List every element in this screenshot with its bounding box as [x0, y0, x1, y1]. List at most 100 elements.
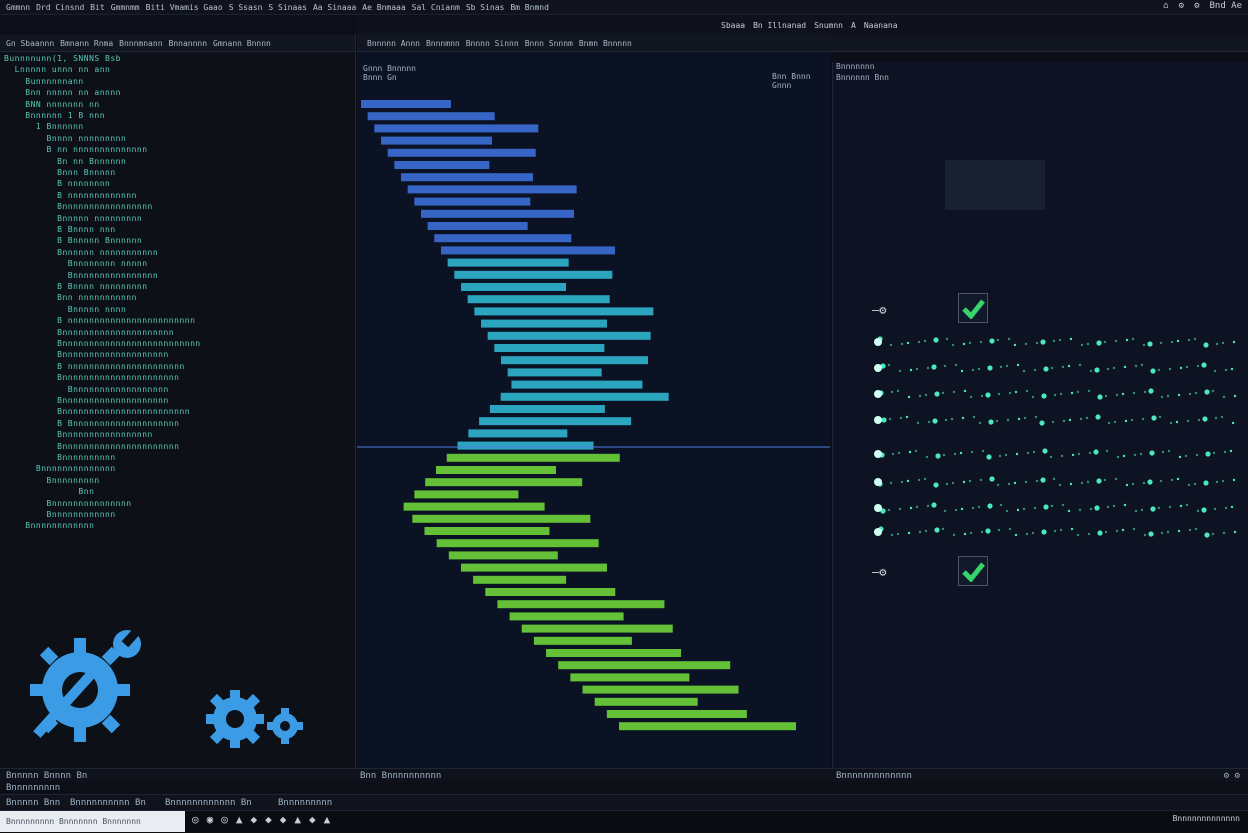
- tab-2[interactable]: Bn Illnanad: [753, 21, 806, 30]
- timeline-bar[interactable]: [361, 100, 451, 108]
- timeline-toolbar-item-5[interactable]: Bnmn Bnnnnn: [579, 39, 632, 48]
- timeline-bar[interactable]: [448, 551, 558, 560]
- app-icon-6[interactable]: ◆: [265, 813, 272, 826]
- timeline-toolbar-item-4[interactable]: Bnnn Snnnm: [525, 39, 573, 48]
- timeline-bar[interactable]: [414, 197, 531, 206]
- tab-5[interactable]: Naanana: [864, 21, 898, 30]
- bottom-item-4[interactable]: Bnnnnnnnnn: [278, 798, 332, 808]
- timeline-bar[interactable]: [521, 624, 673, 633]
- link-icon[interactable]: —⚙: [872, 303, 886, 317]
- timeline-bar[interactable]: [424, 527, 550, 535]
- editor-toolbar-item-1[interactable]: Gn Sbaannn: [6, 39, 54, 48]
- menu-item-12[interactable]: Bm Bnmnd: [510, 3, 549, 12]
- timeline-bar[interactable]: [485, 588, 616, 596]
- status-right-icons[interactable]: ⚙ ⚙: [1224, 771, 1240, 781]
- menu-item-7[interactable]: S Sinaas: [268, 3, 307, 12]
- editor-toolbar-item-3[interactable]: Bnnnmnann: [119, 39, 162, 48]
- menu-item-6[interactable]: S Ssasn: [229, 3, 263, 12]
- app-icon-10[interactable]: ▲: [324, 813, 331, 826]
- timeline-bar[interactable]: [479, 417, 632, 426]
- app-icon-9[interactable]: ◆: [309, 813, 316, 826]
- bottom-item-1[interactable]: Bnnnnn Bnn: [6, 798, 60, 808]
- timeline-bar[interactable]: [570, 673, 690, 682]
- timeline-bar[interactable]: [494, 344, 605, 352]
- editor-toolbar-item-4[interactable]: Bnnannnn: [169, 39, 208, 48]
- menu-item-1[interactable]: Gmmnn: [6, 3, 30, 12]
- timeline-toolbar-item-3[interactable]: Bnnnn Sinnn: [466, 39, 519, 48]
- timeline-bar[interactable]: [501, 356, 648, 365]
- menu-item-11[interactable]: Sb Sinas: [466, 3, 505, 12]
- timeline-bar[interactable]: [489, 405, 605, 413]
- timeline-bar[interactable]: [474, 307, 654, 316]
- timeline-bar[interactable]: [435, 466, 556, 474]
- app-icon-3[interactable]: ◎: [221, 813, 228, 826]
- timeline-bar[interactable]: [473, 575, 567, 584]
- timeline-toolbar-item-1[interactable]: Bnnnnn Annn: [367, 39, 420, 48]
- taskbar-search[interactable]: Bnnnnnnnnn Bnnnnnnn Bnnnnnnn: [0, 811, 185, 832]
- timeline-toolbar-item-2[interactable]: Bnnnmnn: [426, 39, 460, 48]
- system-tray[interactable]: Bnnnnnnnnnnnnn: [1173, 814, 1240, 823]
- tab-4[interactable]: A: [851, 21, 856, 30]
- home-icon[interactable]: ⌂: [1163, 1, 1168, 11]
- app-icon-2[interactable]: ◉: [207, 813, 214, 826]
- timeline-bar[interactable]: [558, 661, 731, 670]
- timeline-bar[interactable]: [468, 429, 568, 438]
- account-label[interactable]: Bnd Ae: [1209, 1, 1242, 11]
- timeline-bar[interactable]: [381, 136, 492, 145]
- timeline-bar[interactable]: [446, 453, 620, 462]
- menu-item-2[interactable]: Drd Cinsnd: [36, 3, 84, 12]
- menu-item-3[interactable]: Bit: [90, 3, 104, 12]
- timeline-bar[interactable]: [457, 441, 594, 450]
- menu-item-8[interactable]: Aa Sinaaa: [313, 3, 356, 12]
- timeline-bar[interactable]: [509, 612, 624, 621]
- menu-item-4[interactable]: Gmmnmm: [111, 3, 140, 12]
- timeline-bar[interactable]: [394, 161, 490, 169]
- timeline-bar[interactable]: [582, 685, 739, 694]
- timeline-bar[interactable]: [425, 478, 583, 487]
- timeline-bar[interactable]: [403, 502, 545, 511]
- timeline-bar[interactable]: [619, 722, 796, 731]
- timeline-bar[interactable]: [467, 295, 610, 304]
- timeline-bar[interactable]: [487, 331, 651, 340]
- timeline-bar[interactable]: [546, 649, 682, 657]
- timeline-bars[interactable]: [357, 84, 830, 768]
- app-icon-7[interactable]: ◆: [280, 813, 287, 826]
- app-icon-1[interactable]: ◎: [192, 813, 199, 826]
- timeline-bar[interactable]: [367, 112, 495, 121]
- timeline-bar[interactable]: [434, 234, 572, 243]
- timeline-bar[interactable]: [387, 148, 536, 157]
- timeline-bar[interactable]: [407, 185, 577, 194]
- timeline-bar[interactable]: [497, 600, 665, 609]
- timeline-bar[interactable]: [454, 270, 613, 279]
- link-icon-2[interactable]: —⚙: [872, 565, 886, 579]
- timeline-bar[interactable]: [460, 563, 607, 572]
- timeline-bar[interactable]: [447, 258, 569, 267]
- bottom-item-3[interactable]: Bnnnnnnnnnnnn Bn: [165, 798, 252, 808]
- timeline-bar[interactable]: [427, 222, 528, 230]
- timeline-bar[interactable]: [481, 319, 607, 328]
- tab-1[interactable]: Sbaaa: [721, 21, 745, 30]
- tab-3[interactable]: Snumnn: [814, 21, 843, 30]
- timeline-bar[interactable]: [374, 124, 539, 133]
- editor-toolbar-item-2[interactable]: Bmnann Rnma: [60, 39, 113, 48]
- check-icon-2[interactable]: [958, 556, 988, 586]
- timeline-bar[interactable]: [533, 636, 632, 645]
- app-icon-8[interactable]: ▲: [294, 813, 301, 826]
- settings-icon[interactable]: ⚙: [1179, 1, 1184, 11]
- timeline-bar[interactable]: [461, 283, 566, 291]
- timeline-bar[interactable]: [511, 380, 643, 389]
- timeline-bar[interactable]: [500, 392, 669, 401]
- bottom-item-2[interactable]: Bnnnnnnnnnn Bn: [70, 798, 146, 808]
- editor-toolbar-item-5[interactable]: Gmnann Bnnnn: [213, 39, 271, 48]
- timeline-bar[interactable]: [412, 514, 591, 523]
- timeline-bar[interactable]: [401, 173, 533, 182]
- timeline-bar[interactable]: [421, 209, 574, 218]
- app-icon-4[interactable]: ▲: [236, 813, 243, 826]
- timeline-bar[interactable]: [414, 490, 519, 499]
- menu-item-9[interactable]: Ae Bnmaaa: [362, 3, 405, 12]
- check-icon[interactable]: [958, 293, 988, 323]
- timeline-bar[interactable]: [507, 368, 602, 377]
- timeline-bar[interactable]: [436, 539, 599, 548]
- timeline-bar[interactable]: [594, 697, 698, 706]
- menu-item-10[interactable]: Sal Cnianm: [412, 3, 460, 12]
